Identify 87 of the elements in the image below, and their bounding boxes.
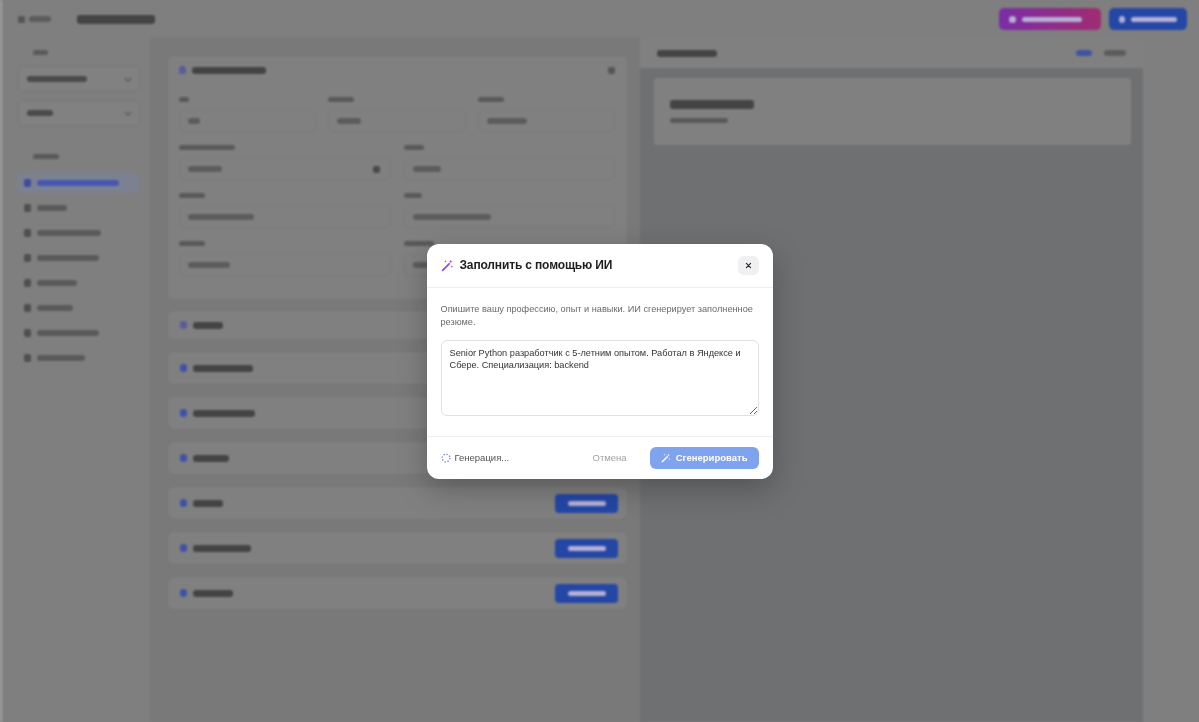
input-field[interactable]: [328, 110, 466, 132]
blurred-text: [670, 118, 728, 123]
blurred-icon: [180, 589, 187, 597]
blurred-icon: [24, 304, 31, 312]
magic-wand-icon: [440, 258, 454, 272]
blurred-text: [37, 205, 67, 211]
blurred-icon: [24, 279, 31, 287]
blurred-text: [29, 16, 51, 22]
blurred-text: [37, 280, 77, 286]
blurred-text: [1131, 16, 1177, 22]
blurred-text: [27, 76, 87, 82]
blurred-icon: [18, 15, 25, 23]
blurred-icon: [24, 254, 31, 262]
blurred-text: [188, 166, 222, 172]
blurred-text: [193, 409, 255, 417]
input-field[interactable]: [179, 206, 391, 228]
blurred-text: [188, 262, 230, 268]
blurred-text: [486, 118, 527, 124]
blurred-icon: [180, 544, 187, 552]
blurred-text: [27, 110, 53, 116]
input-field[interactable]: [179, 158, 391, 180]
sidebar-item[interactable]: [17, 173, 139, 193]
blurred-text: [179, 145, 235, 150]
blurred-text: [193, 499, 223, 507]
blurred-icon: [24, 229, 31, 237]
blurred-icon: [180, 321, 187, 329]
blurred-text: [37, 355, 85, 361]
blurred-text: [193, 454, 229, 462]
input-field[interactable]: [403, 206, 615, 228]
blurred-text: [37, 230, 101, 236]
blurred-text: [1022, 16, 1082, 22]
toolbar-button[interactable]: [999, 8, 1101, 30]
close-icon: [744, 261, 752, 269]
blurred-text: [193, 364, 253, 372]
add-button[interactable]: [555, 583, 618, 603]
blurred-icon: [1119, 15, 1125, 23]
prompt-field[interactable]: Senior Python разработчик с 5-летним опытом. Работал в Яндексе и Сбере. Специализация: backend: [440, 339, 759, 416]
toolbar-button[interactable]: [1109, 8, 1187, 30]
blurred-text: [193, 321, 223, 329]
blurred-text: [567, 500, 606, 506]
blurred-text: [188, 214, 254, 220]
blurred-icon: [179, 66, 186, 74]
blurred-icon: [608, 66, 615, 74]
blurred-text: [403, 241, 434, 246]
blurred-text: [37, 255, 99, 261]
add-button[interactable]: [555, 493, 618, 513]
magic-wand-icon: [660, 452, 671, 463]
blurred-text: [337, 118, 362, 124]
dialog-title: Заполнить с помощью ИИ: [459, 258, 613, 272]
blurred-text: [412, 166, 441, 172]
blurred-text: [193, 544, 251, 552]
blurred-text: [37, 305, 73, 311]
dialog-description: Опишите вашу профессию, опыт и навыки. ИИ сгенерирует заполненное резюме.: [440, 302, 754, 329]
blurred-text: [179, 193, 205, 198]
blurred-text: [567, 545, 606, 551]
blurred-text: [328, 97, 355, 102]
blurred-icon: [24, 329, 31, 337]
blurred-icon: [372, 165, 380, 173]
blurred-text: [33, 50, 48, 55]
blurred-icon: [180, 499, 187, 507]
blurred-icon: [24, 179, 31, 187]
input-field[interactable]: [477, 110, 615, 132]
blurred-text: [193, 589, 233, 597]
blurred-text: [403, 193, 422, 198]
blurred-icon: [24, 354, 31, 362]
blurred-icon: [24, 204, 31, 212]
blurred-icon: [180, 454, 187, 462]
blurred-text: [567, 590, 606, 596]
blurred-text[interactable]: [1104, 50, 1126, 56]
close-button[interactable]: [737, 255, 759, 275]
input-field[interactable]: [179, 110, 317, 132]
blurred-icon: [1009, 15, 1016, 23]
blurred-text: [477, 97, 504, 102]
blurred-text: [179, 97, 189, 102]
blurred-text: [403, 145, 424, 150]
blurred-text: [179, 241, 205, 246]
blurred-icon: [180, 409, 187, 417]
blurred-text: [188, 118, 200, 124]
blurred-text: [37, 330, 99, 336]
input-field[interactable]: [179, 254, 391, 276]
input-field[interactable]: [403, 158, 615, 180]
add-button[interactable]: [555, 538, 618, 558]
blurred-icon: [180, 364, 187, 372]
blurred-text: [33, 154, 59, 159]
blurred-text[interactable]: [1076, 50, 1092, 56]
status-text: Генерация...: [454, 452, 510, 463]
blurred-text: [657, 49, 717, 57]
